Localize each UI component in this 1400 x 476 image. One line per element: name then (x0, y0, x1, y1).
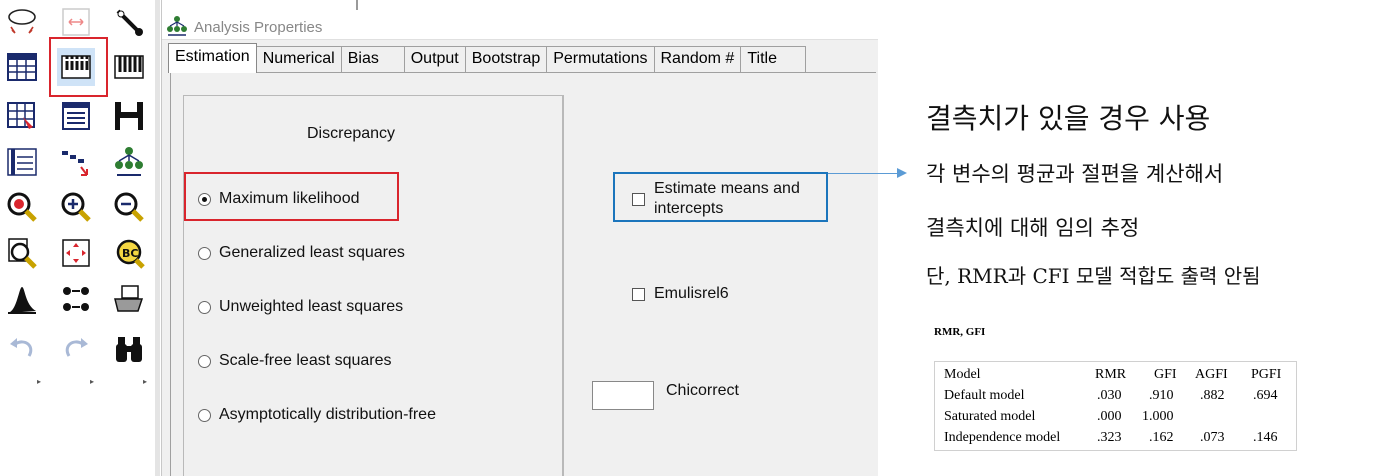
radio-unweighted-least-squares[interactable] (198, 301, 211, 314)
zoom-in-icon[interactable] (57, 188, 95, 226)
print-icon[interactable] (110, 281, 148, 319)
indicator-icon[interactable] (57, 3, 95, 41)
radio-label: Scale-free least squares (219, 352, 392, 369)
dialog-title: Analysis Properties (194, 19, 323, 36)
table-cell: Default model (944, 388, 1025, 403)
chicorrect-label: Chicorrect (666, 382, 739, 399)
list-icon[interactable] (57, 97, 95, 135)
table-cell: .323 (1097, 430, 1122, 445)
table-cell: .000 (1097, 409, 1122, 424)
table-header: AGFI (1195, 367, 1228, 382)
table-cell: .910 (1149, 388, 1174, 403)
tab-random[interactable]: Random # (653, 46, 742, 72)
draw-latent-icon[interactable] (3, 3, 41, 41)
radio-label: Generalized least squares (219, 244, 405, 261)
discrepancy-heading: Discrepancy (307, 125, 396, 142)
table-cell: .030 (1097, 388, 1122, 403)
table-cell: .694 (1253, 388, 1278, 403)
toolbox-splitter[interactable] (155, 0, 160, 476)
table-cell: Saturated model (944, 409, 1036, 424)
annotation-title: 결측치가 있을 경우 사용 (926, 102, 1211, 135)
tab-estimation[interactable]: Estimation (168, 43, 257, 73)
radio-label: Unweighted least squares (219, 298, 404, 315)
distribution-icon[interactable] (3, 281, 41, 319)
move-icon[interactable] (57, 143, 95, 181)
table-cell: .162 (1149, 430, 1174, 445)
svg-text:BC: BC (122, 247, 138, 260)
wand-icon[interactable] (110, 3, 148, 41)
fit-table: Model RMR GFI AGFI PGFI Default model .0… (934, 361, 1297, 451)
tape-icon[interactable] (110, 48, 148, 86)
tab-permutations[interactable]: Permutations (546, 46, 655, 72)
zoom-page-icon[interactable] (3, 234, 41, 272)
redo-icon[interactable] (57, 330, 95, 368)
tab-bootstrap[interactable]: Bootstrap (464, 46, 548, 72)
zoom-out-icon[interactable] (110, 188, 148, 226)
data-file-icon[interactable] (3, 97, 41, 135)
tab-bar: Estimation Numerical Bias Output Bootstr… (168, 43, 807, 73)
tree-icon (167, 16, 187, 36)
radio-asymptotically-distribution-free[interactable] (198, 409, 211, 422)
table-icon[interactable] (3, 48, 41, 86)
estimate-means-highlight-box (613, 172, 828, 222)
expand-arrow-icon[interactable]: ▸ (143, 377, 147, 386)
table-cell: .882 (1200, 388, 1225, 403)
table-cell: .073 (1200, 430, 1225, 445)
annotation-line: 각 변수의 평균과 절편을 계산해서 (926, 162, 1224, 186)
resize-icon[interactable] (57, 234, 95, 272)
fit-icon[interactable] (3, 188, 41, 226)
expand-arrow-icon[interactable]: ▸ (37, 377, 41, 386)
table-header: RMR (1095, 367, 1127, 382)
expand-arrow-icon[interactable]: ▸ (90, 377, 94, 386)
table-cell: .146 (1253, 430, 1278, 445)
fit-table-caption: RMR, GFI (934, 326, 986, 338)
table-header: Model (944, 367, 981, 382)
tab-output[interactable]: Output (403, 46, 466, 72)
maximum-likelihood-highlight-box (184, 172, 399, 221)
callout-arrow (828, 173, 900, 174)
tab-numerical[interactable]: Numerical (255, 46, 342, 72)
multi-group-icon[interactable] (57, 281, 95, 319)
estimation-panel: Discrepancy Maximum likelihood Generaliz… (170, 72, 876, 476)
arrow-right-icon (897, 168, 907, 178)
table-header: PGFI (1251, 367, 1282, 382)
tree-icon[interactable] (110, 143, 148, 181)
radio-generalized-least-squares[interactable] (198, 247, 211, 260)
select-data-icon[interactable] (3, 143, 41, 181)
annotation-line: 결측치에 대해 임의 추정 (926, 216, 1140, 240)
checkbox-label: Emulisrel6 (654, 285, 729, 302)
table-cell: Independence model (944, 430, 1061, 445)
table-header: GFI (1154, 367, 1177, 382)
emulisrel6-checkbox[interactable] (632, 288, 645, 301)
dialog-titlebar[interactable]: Analysis Properties (162, 0, 878, 40)
group-divider (562, 95, 564, 476)
radio-label: Asymptotically distribution-free (219, 406, 436, 423)
binoculars-icon[interactable] (110, 330, 148, 368)
toolbar-highlight-box (49, 37, 108, 97)
toolbox: BC ▸ ▸ ▸ (0, 0, 158, 476)
bc-icon[interactable]: BC (110, 234, 148, 272)
analysis-properties-dialog: Analysis Properties Estimation Numerical… (161, 0, 878, 476)
radio-scale-free-least-squares[interactable] (198, 355, 211, 368)
table-cell: 1.000 (1142, 409, 1174, 424)
save-icon[interactable] (110, 97, 148, 135)
tab-bias[interactable]: Bias (340, 46, 405, 72)
tab-title[interactable]: Title (740, 46, 807, 72)
title-separator (356, 0, 358, 10)
undo-icon[interactable] (3, 330, 41, 368)
chicorrect-input[interactable] (592, 381, 654, 410)
annotation-line: 단, RMR과 CFI 모델 적합도 출력 안됨 (926, 264, 1261, 288)
